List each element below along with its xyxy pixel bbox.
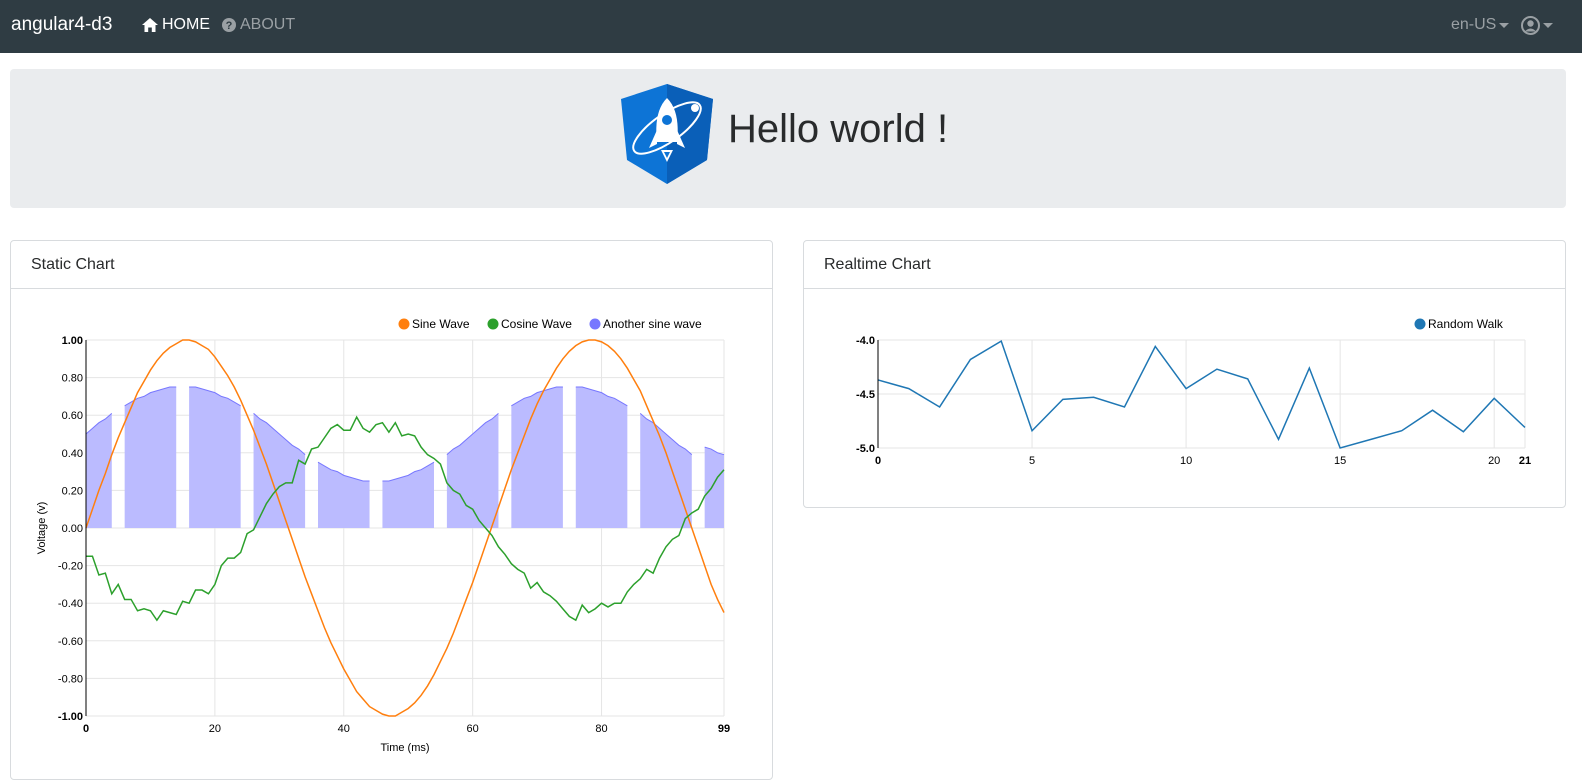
y-tick-label: 0.80 (62, 373, 83, 385)
x-tick-label: 21 (1519, 455, 1531, 467)
brand-link[interactable]: angular4-d3 (11, 14, 112, 36)
legend-label: Another sine wave (603, 317, 702, 331)
y-tick-label: 1.00 (62, 335, 83, 347)
y-tick-label: -4.5 (856, 389, 875, 401)
x-tick-label: 40 (338, 723, 350, 735)
x-tick-label: 10 (1180, 455, 1192, 467)
y-tick-label: 0.60 (62, 410, 83, 422)
x-tick-label: 20 (209, 723, 221, 735)
nav-about-label: ABOUT (240, 16, 296, 33)
y-tick-label: 0.20 (62, 485, 83, 497)
legend-marker (589, 318, 601, 330)
y-tick-label: -0.80 (58, 673, 83, 685)
nav-about-link[interactable]: ? ABOUT (222, 16, 295, 34)
x-tick-label: 20 (1488, 455, 1500, 467)
question-circle-icon: ? (222, 18, 236, 32)
series-area-segment (189, 387, 241, 528)
x-axis-label: Time (ms) (380, 742, 429, 754)
top-navbar: angular4-d3 HOME ? ABOUT en-US (0, 0, 1582, 53)
x-tick-label: 0 (875, 455, 881, 467)
static-chart: -1.00 -0.80 -0.60 -0.40 -0.20 0.00 0.20 0.40 0.6… (36, 317, 730, 754)
x-tick-label: 80 (595, 723, 607, 735)
nav-home-link[interactable]: HOME (142, 16, 210, 34)
series-area-segment (382, 462, 434, 528)
y-tick-label: -0.20 (58, 561, 83, 573)
legend-marker (398, 318, 410, 330)
series-line-random-walk (877, 339, 1526, 449)
y-tick-label: -0.60 (58, 636, 83, 648)
series-area-segment (253, 413, 306, 528)
angular-rocket-logo (621, 84, 713, 184)
user-menu-dropdown[interactable] (1521, 16, 1553, 35)
y-axis-label: Voltage (v) (36, 502, 48, 555)
legend-marker (487, 318, 499, 330)
svg-text:?: ? (226, 20, 233, 32)
y-tick-label: -5.0 (856, 443, 875, 455)
series-area-segment (124, 387, 177, 528)
chevron-down-icon (1543, 23, 1553, 28)
y-tick-label: 0.40 (62, 448, 83, 460)
legend-label: Cosine Wave (501, 317, 572, 331)
language-label: en-US (1451, 16, 1497, 33)
hero-title: Hello world ! (728, 107, 949, 151)
series-area-segment (511, 387, 563, 528)
home-icon (142, 18, 158, 32)
static-chart-card: Static Chart -1.00 -0.80 -0.60 -0.40 -0.20 0.… (10, 240, 773, 780)
legend-label: Sine Wave (412, 317, 470, 331)
y-tick-label: -0.40 (58, 598, 83, 610)
realtime-chart-card: Realtime Chart -5.0 -4.5 -4.0 0 5 10 15 20 21 Ran… (803, 240, 1566, 508)
y-tick-label: -1.00 (58, 711, 83, 723)
legend-marker (1414, 318, 1426, 330)
y-tick-label: -4.0 (856, 335, 875, 347)
nav-home-label: HOME (162, 16, 210, 33)
x-tick-label: 5 (1029, 455, 1035, 467)
x-tick-label: 60 (467, 723, 479, 735)
user-circle-icon (1521, 16, 1540, 35)
x-tick-label: 99 (718, 723, 730, 735)
series-area-segment (704, 447, 724, 528)
legend-label: Random Walk (1428, 317, 1504, 331)
series-area-segment (575, 387, 628, 528)
chevron-down-icon (1499, 22, 1510, 28)
series-area-segment (640, 413, 692, 528)
language-dropdown[interactable]: en-US (1451, 16, 1510, 34)
x-tick-label: 0 (83, 723, 89, 735)
realtime-chart: -5.0 -4.5 -4.0 0 5 10 15 20 21 Random Walk (856, 317, 1531, 467)
y-tick-label: 0.00 (62, 523, 83, 535)
x-tick-label: 15 (1334, 455, 1346, 467)
